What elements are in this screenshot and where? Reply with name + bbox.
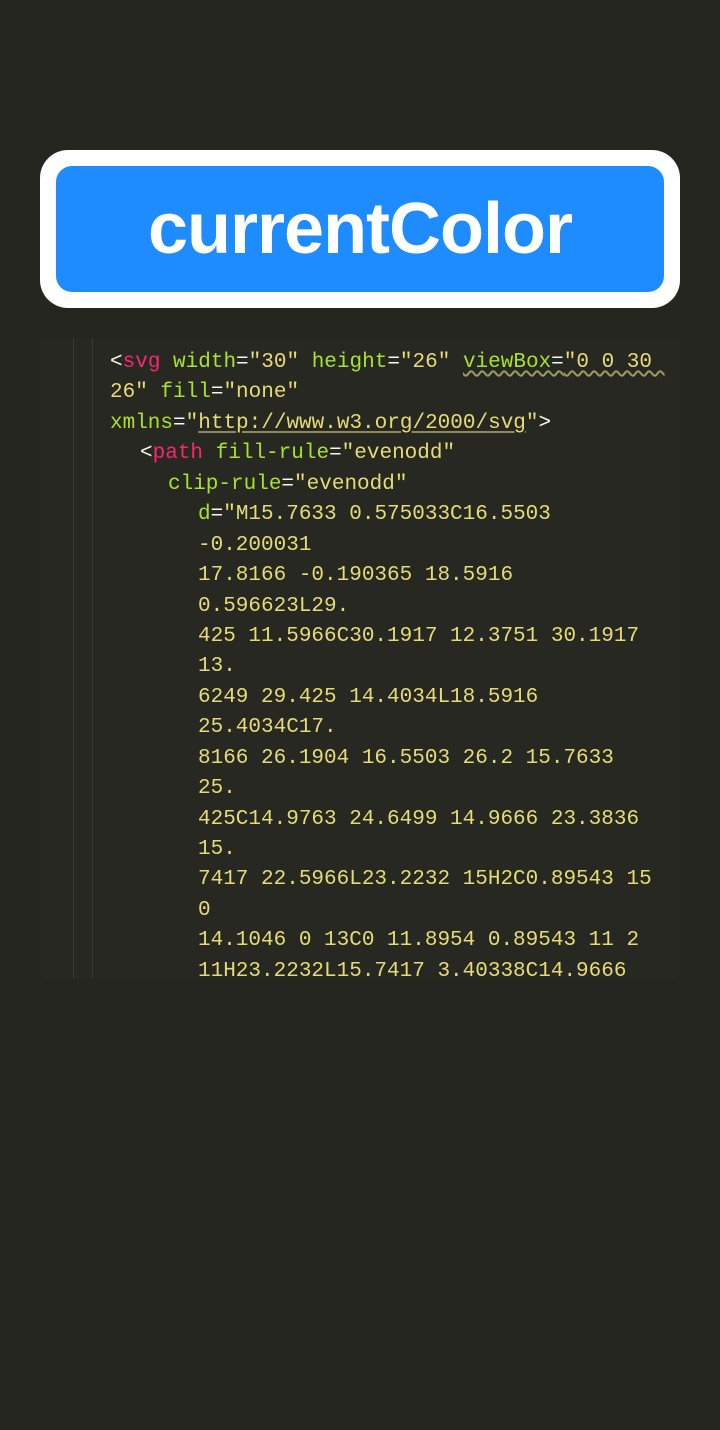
indent-guide	[92, 338, 93, 978]
path-tag: path	[153, 442, 203, 465]
title-button: currentColor	[56, 166, 664, 292]
svg-tag: svg	[123, 351, 161, 374]
title-card: currentColor	[40, 150, 680, 308]
title-text: currentColor	[76, 188, 644, 270]
editor-gutter	[40, 338, 74, 978]
code-editor[interactable]: <svg width="30" height="26" viewBox="0 0…	[40, 338, 680, 978]
code-content[interactable]: <svg width="30" height="26" viewBox="0 0…	[40, 348, 680, 978]
